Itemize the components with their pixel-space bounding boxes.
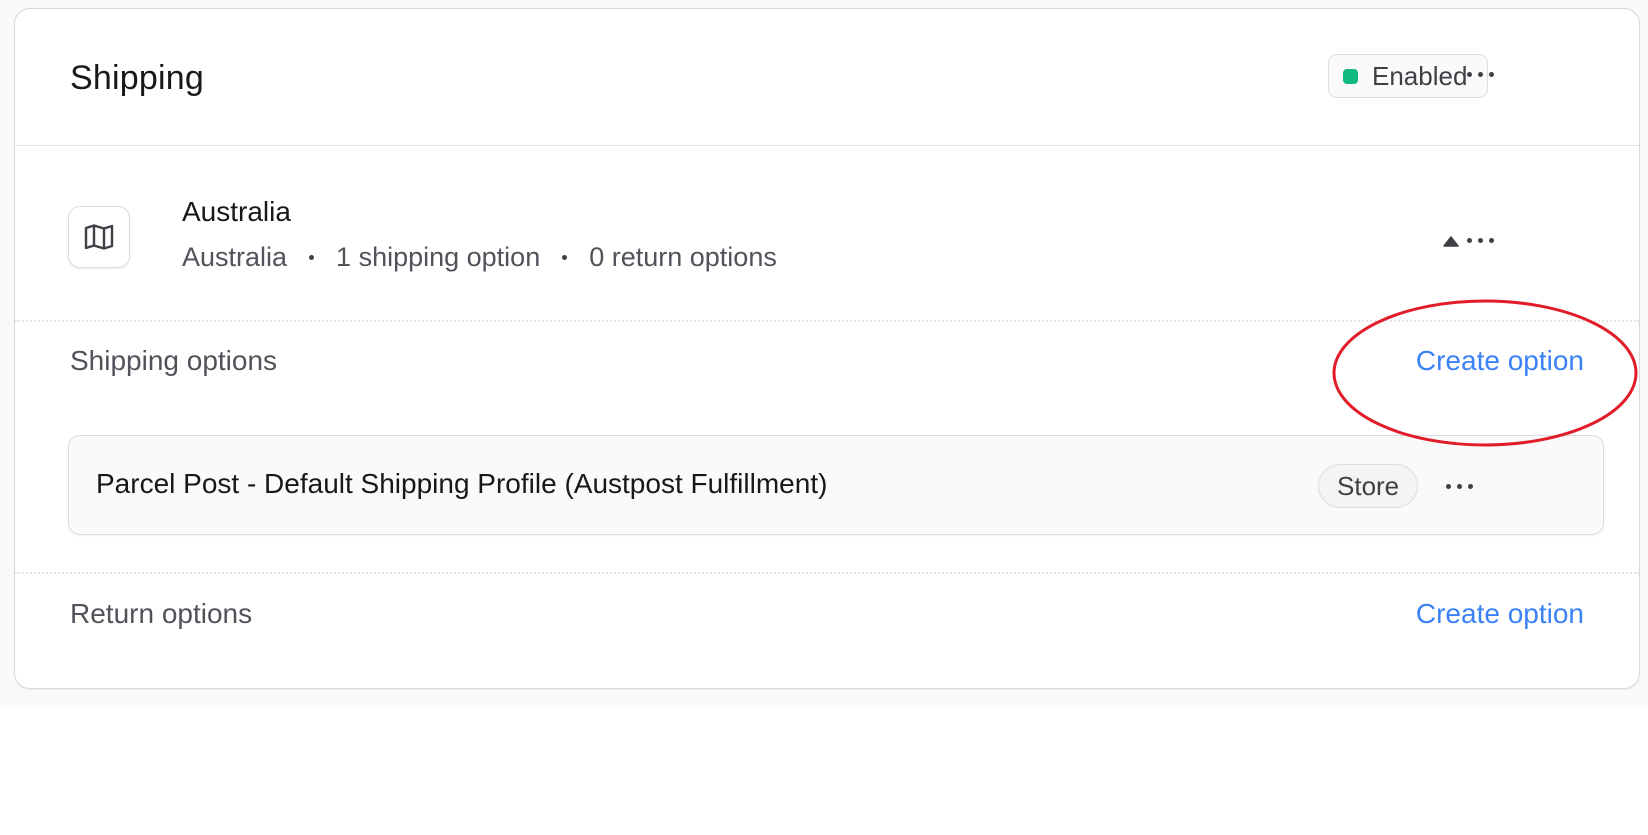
region-meta-return-count: 0 return options <box>589 242 777 272</box>
region-meta: Australia 1 shipping option 0 return opt… <box>182 242 777 273</box>
shipping-option-row[interactable]: Parcel Post - Default Shipping Profile (… <box>68 435 1604 535</box>
status-label: Enabled <box>1372 60 1468 91</box>
more-horizontal-icon <box>1445 483 1451 489</box>
region-more-button[interactable] <box>1458 222 1502 258</box>
store-badge: Store <box>1318 464 1419 508</box>
return-options-label: Return options <box>70 598 253 629</box>
shipping-option-name: Parcel Post - Default Shipping Profile (… <box>96 468 828 499</box>
meta-separator <box>309 255 315 260</box>
more-horizontal-icon <box>1466 237 1472 243</box>
shipping-options-label: Shipping options <box>70 345 278 376</box>
card-header: Shipping Enabled <box>15 9 1639 146</box>
create-return-option-link[interactable]: Create option <box>1416 598 1584 630</box>
header-more-button[interactable] <box>1458 56 1502 92</box>
create-shipping-option-link[interactable]: Create option <box>1416 345 1584 377</box>
map-icon-svg <box>84 224 114 250</box>
region-meta-country: Australia <box>182 242 288 272</box>
region-name: Australia <box>182 196 291 227</box>
meta-separator <box>562 255 568 260</box>
section-divider <box>15 572 1639 574</box>
map-icon <box>68 206 130 268</box>
status-dot-icon <box>1343 68 1358 84</box>
region-row-australia: Australia Australia 1 shipping option 0 … <box>15 146 1639 322</box>
shipping-option-more-button[interactable] <box>1437 468 1481 504</box>
more-horizontal-icon <box>1466 71 1472 77</box>
page-title: Shipping <box>70 59 204 97</box>
region-meta-shipping-count: 1 shipping option <box>336 242 541 272</box>
shipping-card: Shipping Enabled Australia Australia 1 s… <box>14 8 1640 689</box>
